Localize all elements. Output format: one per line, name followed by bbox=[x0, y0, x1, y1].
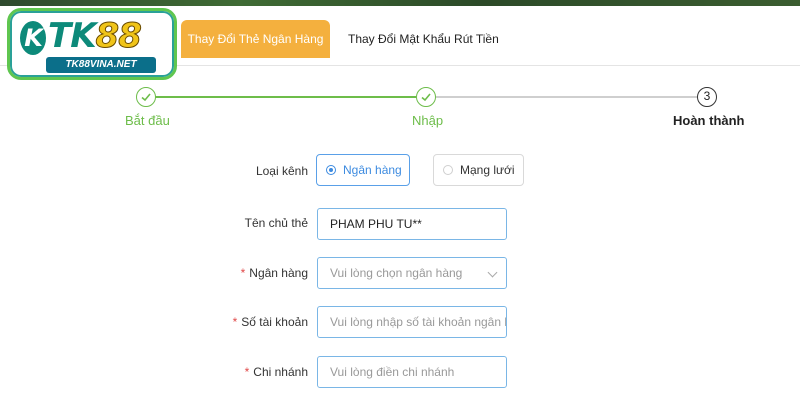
tab-change-withdraw-password[interactable]: Thay Đổi Mật Khẩu Rút Tiền bbox=[333, 20, 514, 58]
bank-label: * Ngân hàng bbox=[240, 266, 308, 280]
step-2-check-icon bbox=[416, 87, 436, 107]
logo-domain: TK88VINA.NET bbox=[46, 57, 156, 73]
required-mark: * bbox=[244, 365, 250, 379]
holder-name-field[interactable]: PHAM PHU TU** bbox=[317, 208, 507, 240]
step-connector-done bbox=[154, 96, 416, 98]
step-3-label: Hoàn thành bbox=[673, 113, 745, 128]
branch-label: * Chi nhánh bbox=[244, 365, 308, 379]
radio-network[interactable]: Mạng lưới bbox=[433, 154, 524, 186]
branch-input[interactable]: Vui lòng điền chi nhánh bbox=[317, 356, 507, 388]
account-number-label: * Số tài khoản bbox=[232, 315, 308, 329]
step-connector-pending bbox=[436, 96, 698, 98]
holder-name-label: Tên chủ thẻ bbox=[244, 216, 308, 230]
bank-select-placeholder: Vui lòng chọn ngân hàng bbox=[330, 266, 463, 280]
site-logo[interactable]: K TK88 TK88VINA.NET bbox=[7, 8, 177, 80]
radio-bank-label: Ngân hàng bbox=[343, 163, 402, 177]
required-mark: * bbox=[232, 315, 238, 329]
step-1-label: Bắt đầu bbox=[125, 113, 170, 128]
step-1-check-icon bbox=[136, 87, 156, 107]
tab-change-bank-card[interactable]: Thay Đổi Thẻ Ngân Hàng bbox=[181, 20, 330, 58]
branch-placeholder: Vui lòng điền chi nhánh bbox=[330, 365, 455, 379]
radio-network-label: Mạng lưới bbox=[460, 163, 515, 177]
account-number-input[interactable]: Vui lòng nhập số tài khoản ngân hà bbox=[317, 306, 507, 338]
step-3-number: 3 bbox=[697, 87, 717, 107]
required-mark: * bbox=[240, 266, 246, 280]
radio-bank[interactable]: Ngân hàng bbox=[316, 154, 410, 186]
channel-type-label: Loại kênh bbox=[255, 164, 308, 178]
radio-unchecked-icon bbox=[443, 165, 453, 175]
account-number-placeholder: Vui lòng nhập số tài khoản ngân hà bbox=[330, 315, 507, 329]
logo-wordmark: K TK88 bbox=[20, 16, 168, 57]
radio-checked-icon bbox=[326, 165, 336, 175]
chevron-down-icon bbox=[487, 267, 498, 278]
step-2-label: Nhập bbox=[412, 113, 444, 128]
bank-select[interactable]: Vui lòng chọn ngân hàng bbox=[317, 257, 507, 289]
